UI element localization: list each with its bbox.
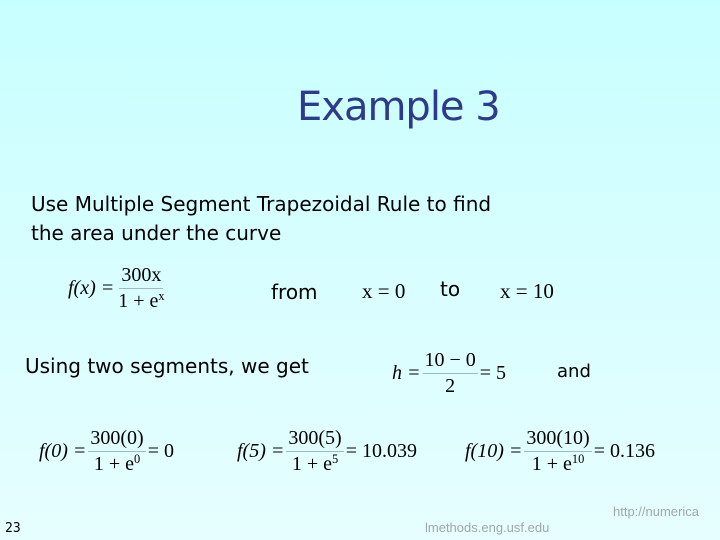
slide-title: Example 3 [297, 84, 501, 130]
eval-den-exp: 5 [332, 452, 339, 467]
eval-result: = 0 [147, 440, 174, 462]
evaluation-f10: f(10) = 300(10) 1 + e10 = 0.136 [465, 428, 655, 475]
and-label: and [557, 361, 591, 382]
using-text: Using two segments, we get [25, 354, 309, 378]
intro-line-1: Use Multiple Segment Trapezoidal Rule to… [31, 192, 492, 216]
denominator-base: 1 + e [118, 290, 159, 312]
eval-result: = 0.136 [593, 440, 655, 462]
footer-url-line-2[interactable]: lmethods.eng.usf.edu [425, 520, 549, 535]
h-numerator: 10 − 0 [422, 350, 478, 374]
function-lhs: f(x) = [68, 277, 115, 299]
lower-limit: x = 0 [362, 279, 406, 303]
eval-fraction: 300(0) 1 + e0 [88, 428, 146, 475]
eval-den-exp: 0 [134, 452, 141, 467]
eval-fraction: 300(10) 1 + e10 [524, 428, 592, 475]
function-fraction: 300x 1 + ex [116, 265, 166, 312]
upper-limit: x = 10 [500, 279, 554, 303]
footer-url-line-1[interactable]: http://numerica [613, 504, 699, 519]
eval-denominator: 1 + e5 [290, 452, 340, 475]
intro-line-2: the area under the curve [31, 221, 282, 245]
h-equation: h = 10 − 0 2 = 5 [392, 350, 506, 397]
from-label: from [271, 280, 318, 304]
function-denominator: 1 + ex [116, 289, 166, 312]
eval-numerator: 300(5) [286, 428, 344, 452]
eval-numerator: 300(0) [88, 428, 146, 452]
function-equation: f(x) = 300x 1 + ex [68, 265, 169, 312]
eval-lhs: f(5) = [237, 440, 285, 462]
eval-den-base: 1 + e [93, 453, 135, 475]
evaluation-f0: f(0) = 300(0) 1 + e0 = 0 [39, 428, 174, 475]
eval-den-base: 1 + e [291, 453, 333, 475]
to-label: to [440, 277, 461, 301]
h-denominator: 2 [445, 375, 456, 397]
eval-result: = 10.039 [345, 440, 417, 462]
eval-den-base: 1 + e [531, 453, 572, 475]
h-lhs: h = [392, 362, 421, 384]
evaluation-f5: f(5) = 300(5) 1 + e5 = 10.039 [237, 428, 417, 475]
eval-lhs: f(10) = [465, 440, 523, 462]
function-numerator: 300x [119, 265, 164, 289]
eval-denominator: 1 + e0 [92, 452, 142, 475]
h-fraction: 10 − 0 2 [422, 350, 478, 397]
slide-number: 23 [5, 521, 21, 536]
eval-numerator: 300(10) [524, 428, 592, 452]
eval-fraction: 300(5) 1 + e5 [286, 428, 344, 475]
eval-denominator: 1 + e10 [530, 452, 587, 475]
denominator-exponent: x [158, 289, 165, 304]
h-result: = 5 [479, 362, 507, 384]
eval-den-exp: 10 [571, 452, 585, 467]
eval-lhs: f(0) = [39, 440, 87, 462]
intro-text: Use Multiple Segment Trapezoidal Rule to… [31, 190, 491, 248]
